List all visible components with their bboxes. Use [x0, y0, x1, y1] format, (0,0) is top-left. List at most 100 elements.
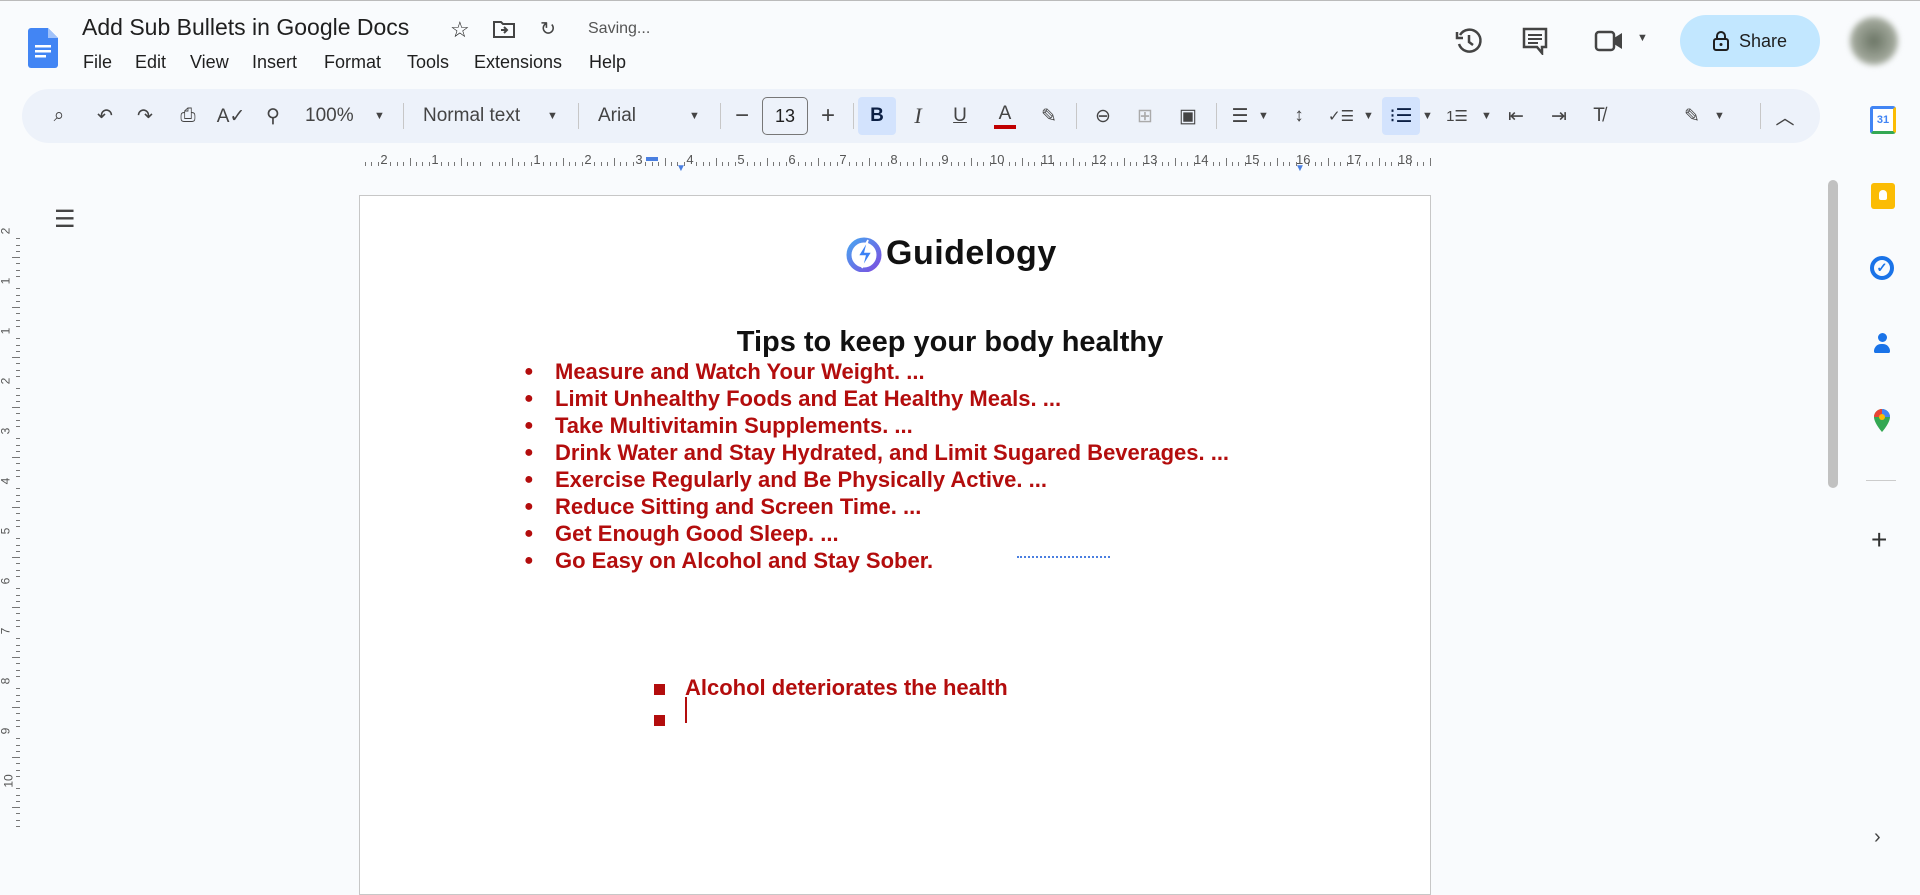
decrease-font-size-icon[interactable]: −	[732, 89, 752, 143]
get-addons-icon[interactable]: +	[1871, 524, 1887, 556]
line-spacing-icon[interactable]: ↕	[1286, 89, 1312, 143]
toolbar: ⌕ ↶ ↷ ⎙ A✓ ⚲ 100% ▼ Normal text ▼ Arial …	[22, 89, 1820, 143]
move-folder-icon[interactable]	[493, 20, 515, 38]
menu-format[interactable]: Format	[324, 52, 381, 73]
comments-icon[interactable]	[1522, 27, 1548, 55]
checklist-dropdown-icon[interactable]: ▼	[1363, 89, 1374, 143]
menu-tools[interactable]: Tools	[407, 52, 449, 73]
list-item[interactable]: Reduce Sitting and Screen Time. ...	[555, 494, 921, 520]
insert-image-icon[interactable]: ▣	[1175, 89, 1201, 143]
align-left-icon[interactable]: ☰	[1228, 89, 1252, 143]
font-size-input[interactable]: 13	[762, 97, 808, 135]
increase-indent-icon[interactable]: ⇥	[1546, 89, 1572, 143]
menu-view[interactable]: View	[190, 52, 229, 73]
ruler-tick	[16, 788, 20, 790]
horizontal-ruler[interactable]: 2 1 1 2 3 4 5 6 7 8 9 10 11 12 13 14 15 16 17 18	[359, 150, 1431, 170]
ruler-label: 1	[533, 152, 541, 167]
share-button[interactable]: Share	[1680, 15, 1820, 67]
menu-insert[interactable]: Insert	[252, 52, 297, 73]
ruler-tick	[645, 162, 647, 166]
ruler-label: 9	[941, 152, 949, 167]
hide-menus-icon[interactable]: ︿	[1772, 89, 1798, 143]
font-select[interactable]: Arial	[598, 89, 636, 143]
bullet-dot-icon: ●	[524, 471, 534, 488]
ruler-tick	[16, 300, 20, 302]
italic-icon[interactable]: I	[905, 89, 931, 143]
right-indent-marker[interactable]: ▼	[1295, 163, 1305, 174]
list-item[interactable]: Take Multivitamin Supplements. ...	[555, 413, 913, 439]
ruler-tick	[16, 288, 20, 290]
first-line-indent-marker[interactable]	[646, 157, 658, 161]
editing-mode-dropdown-icon[interactable]: ▼	[1714, 89, 1725, 143]
vertical-ruler[interactable]: 2 1 1 2 3 4 5 6 7 8 9 10	[0, 190, 22, 878]
tasks-icon[interactable]: ✓	[1870, 256, 1894, 280]
search-menus-icon[interactable]: ⌕	[46, 89, 72, 143]
increase-font-size-icon[interactable]: +	[818, 89, 838, 143]
sub-list-item[interactable]: Alcohol deteriorates the health	[685, 675, 1008, 701]
print-icon[interactable]: ⎙	[175, 89, 201, 143]
paint-format-icon[interactable]: ⚲	[260, 89, 286, 143]
ruler-tick	[16, 563, 20, 565]
list-item[interactable]: Drink Water and Stay Hydrated, and Limit…	[555, 440, 1229, 466]
decrease-indent-icon[interactable]: ⇤	[1503, 89, 1529, 143]
ruler-tick	[16, 394, 20, 396]
paragraph-style-select[interactable]: Normal text	[423, 89, 520, 143]
contacts-icon[interactable]	[1873, 333, 1891, 357]
redo-icon[interactable]: ↷	[132, 89, 158, 143]
document-page[interactable]: Guidelogy Tips to keep your body healthy…	[359, 195, 1431, 895]
menu-file[interactable]: File	[83, 52, 112, 73]
numbered-list-icon[interactable]: 1☰	[1444, 89, 1470, 143]
calendar-icon[interactable]: 31	[1870, 106, 1896, 134]
menu-extensions[interactable]: Extensions	[474, 52, 562, 73]
undo-icon[interactable]: ↶	[92, 89, 118, 143]
clear-formatting-icon[interactable]: T̸	[1586, 89, 1612, 143]
document-outline-icon[interactable]: ☰	[54, 205, 76, 234]
meet-dropdown-icon[interactable]: ▼	[1637, 32, 1648, 44]
align-dropdown-icon[interactable]: ▼	[1258, 89, 1269, 143]
text-color-icon[interactable]: A	[992, 89, 1018, 143]
vruler-label: 1	[0, 328, 12, 335]
left-indent-marker[interactable]: ▼	[676, 163, 686, 174]
menu-edit[interactable]: Edit	[135, 52, 166, 73]
version-history-icon[interactable]	[1455, 27, 1483, 55]
ruler-tick	[881, 162, 883, 166]
font-dropdown-icon[interactable]: ▼	[689, 89, 700, 143]
ruler-tick	[16, 694, 20, 696]
ruler-tick	[16, 700, 20, 702]
highlight-color-icon[interactable]: ✎	[1036, 89, 1062, 143]
list-item[interactable]: Get Enough Good Sleep. ...	[555, 521, 839, 547]
meet-icon[interactable]	[1594, 30, 1624, 52]
menu-help[interactable]: Help	[589, 52, 626, 73]
bulleted-list-dropdown-icon[interactable]: ▼	[1422, 89, 1433, 143]
maps-icon[interactable]	[1872, 408, 1892, 434]
spellcheck-icon[interactable]: A✓	[217, 89, 246, 143]
user-avatar[interactable]	[1850, 17, 1898, 65]
list-item[interactable]: Limit Unhealthy Foods and Eat Healthy Me…	[555, 386, 1061, 412]
checklist-icon[interactable]: ✓☰	[1328, 89, 1354, 143]
ruler-tick	[549, 162, 551, 166]
list-item[interactable]: Go Easy on Alcohol and Stay Sober.	[555, 548, 933, 574]
expand-side-panel-icon[interactable]: ›	[1874, 826, 1881, 849]
ruler-tick	[728, 162, 730, 166]
numbered-list-dropdown-icon[interactable]: ▼	[1481, 89, 1492, 143]
keep-icon[interactable]	[1871, 183, 1895, 209]
zoom-select[interactable]: 100%	[305, 89, 354, 143]
bold-icon[interactable]: B	[864, 89, 890, 143]
vertical-scrollbar[interactable]	[1828, 180, 1838, 488]
document-title[interactable]: Add Sub Bullets in Google Docs	[82, 14, 409, 41]
ruler-tick	[16, 763, 20, 765]
insert-link-icon[interactable]: ⊖	[1090, 89, 1116, 143]
ruler-tick	[1238, 162, 1240, 166]
underline-icon[interactable]: U	[947, 89, 973, 143]
star-icon[interactable]: ☆	[450, 17, 470, 43]
style-dropdown-icon[interactable]: ▼	[547, 89, 558, 143]
add-comment-icon[interactable]: ⊞	[1132, 89, 1158, 143]
ruler-tick	[613, 158, 615, 166]
editing-mode-icon[interactable]: ✎	[1679, 89, 1705, 143]
ruler-tick	[16, 475, 20, 477]
bulleted-list-icon[interactable]: ⁝☰	[1388, 89, 1414, 143]
docs-logo-icon[interactable]	[28, 28, 58, 68]
list-item[interactable]: Measure and Watch Your Weight. ...	[555, 359, 925, 385]
zoom-dropdown-icon[interactable]: ▼	[374, 89, 385, 143]
list-item[interactable]: Exercise Regularly and Be Physically Act…	[555, 467, 1047, 493]
